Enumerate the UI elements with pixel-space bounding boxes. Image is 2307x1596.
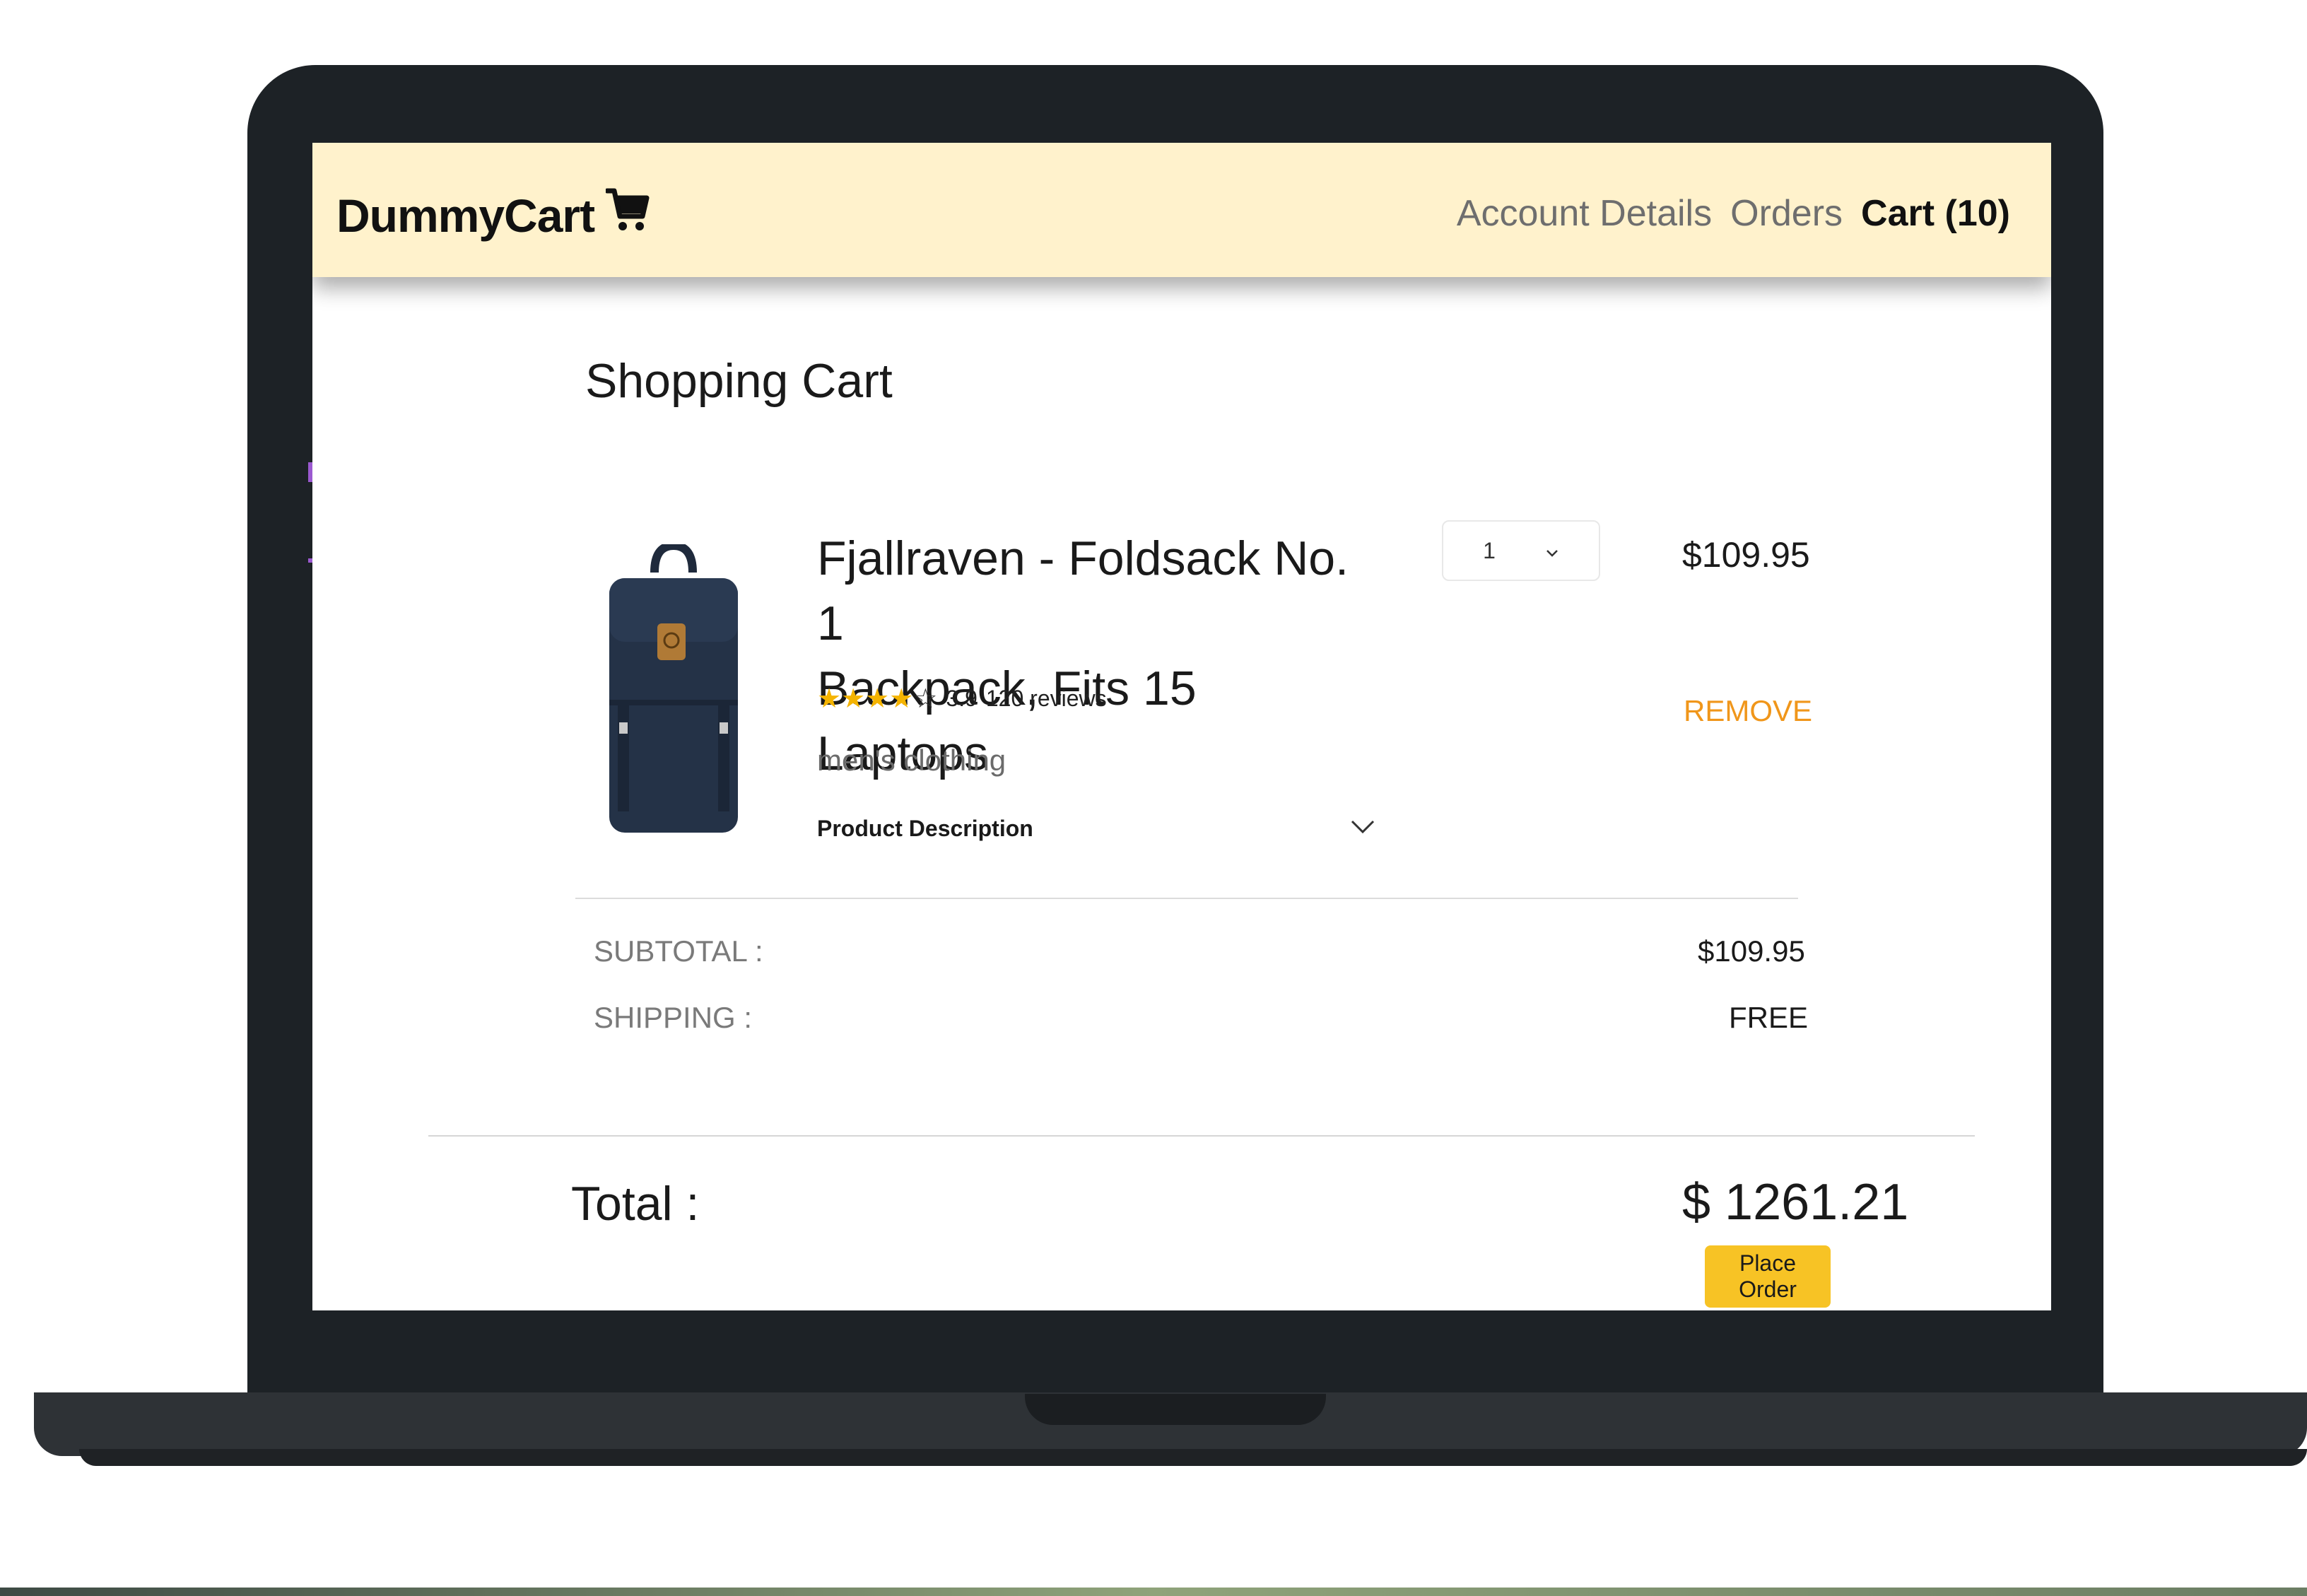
app-screen: DummyCart Account Details Orders Cart (1… xyxy=(312,143,2051,1310)
star-filled-icon: ★ xyxy=(841,684,866,714)
nav-account-details[interactable]: Account Details xyxy=(1457,192,1712,235)
page-title: Shopping Cart xyxy=(585,354,893,408)
laptop-notch xyxy=(1025,1394,1326,1425)
quantity-value: 1 xyxy=(1483,537,1496,563)
item-divider xyxy=(575,898,1798,899)
chevron-down-icon xyxy=(1350,819,1375,838)
total-divider xyxy=(428,1135,1975,1137)
product-description-label: Product Description xyxy=(817,815,1033,841)
product-name-line1: Fjallraven - Foldsack No. 1 xyxy=(817,532,1349,650)
remove-button[interactable]: REMOVE xyxy=(1684,694,1812,728)
total-value: $ 1261.21 xyxy=(1682,1174,1909,1231)
subtotal-label: SUBTOTAL : xyxy=(594,934,763,968)
chevron-down-icon xyxy=(1545,538,1559,564)
product-description-toggle[interactable]: Product Description xyxy=(817,814,1375,843)
shipping-label: SHIPPING : xyxy=(594,1001,753,1034)
nav-cart[interactable]: Cart (10) xyxy=(1861,192,2010,235)
rating-value: 3.9 xyxy=(946,686,978,711)
review-count: 120 reviews xyxy=(985,686,1107,711)
rating-stars: ★ ★ ★ ★ ☆ xyxy=(817,683,937,715)
nav-orders[interactable]: Orders xyxy=(1730,192,1843,235)
laptop-base-lip xyxy=(79,1449,2307,1466)
star-filled-icon: ★ xyxy=(817,684,842,714)
product-rating: ★ ★ ★ ★ ☆ 3.9 120 reviews xyxy=(817,683,1107,715)
product-image[interactable] xyxy=(599,541,748,845)
nav-links: Account Details Orders Cart (10) xyxy=(1457,192,2010,235)
quantity-select[interactable]: 1 xyxy=(1442,520,1600,581)
brand-name: DummyCart xyxy=(336,189,595,242)
product-category: men's clothing xyxy=(817,744,1006,777)
floor-strip xyxy=(0,1588,2307,1596)
star-empty-icon: ☆ xyxy=(913,684,938,714)
place-order-button[interactable]: Place Order xyxy=(1705,1245,1831,1308)
brand-logo[interactable]: DummyCart xyxy=(336,187,650,244)
subtotal-value: $109.95 xyxy=(1698,934,1805,968)
star-filled-icon: ★ xyxy=(889,684,914,714)
shipping-value: FREE xyxy=(1729,1001,1809,1034)
total-label: Total : xyxy=(571,1177,700,1231)
shopping-cart-icon xyxy=(604,187,650,244)
star-filled-icon: ★ xyxy=(865,684,890,714)
item-price: $109.95 xyxy=(1682,535,1810,575)
navbar: DummyCart Account Details Orders Cart (1… xyxy=(312,143,2051,277)
